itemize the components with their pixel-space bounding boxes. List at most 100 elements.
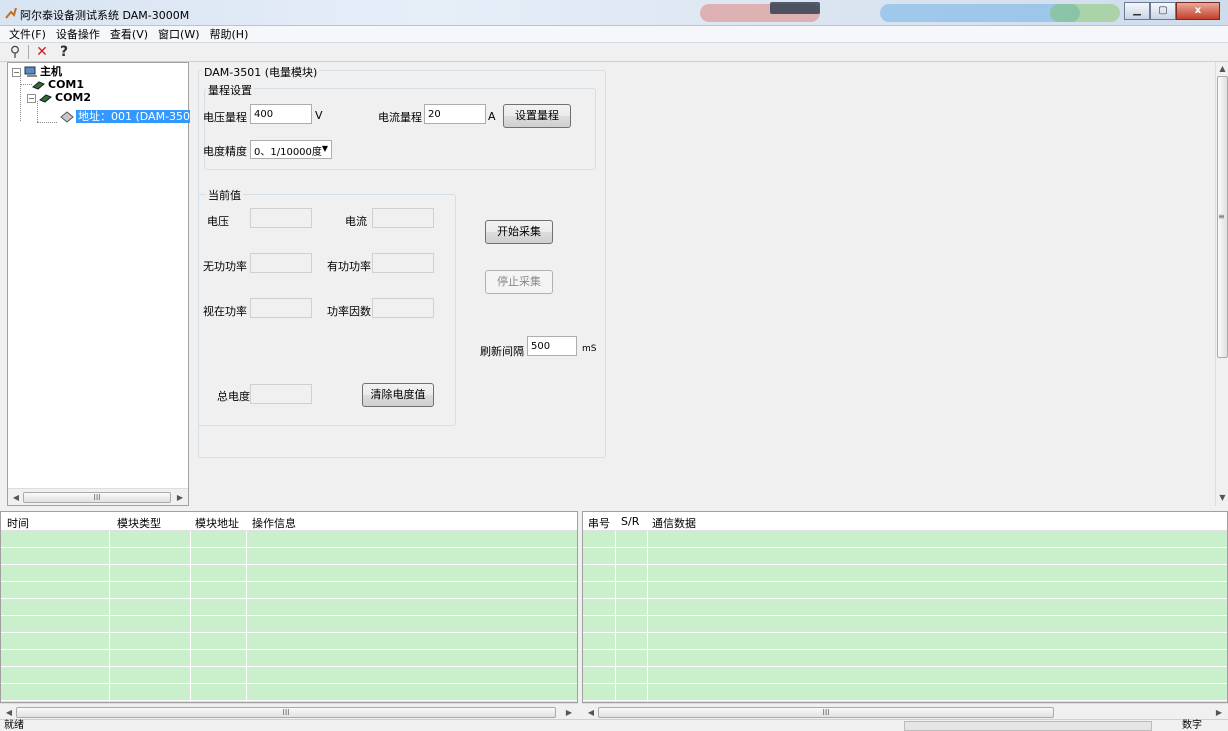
column-header-module-type[interactable]: 模块类型 bbox=[117, 515, 161, 531]
search-icon: ⚲ bbox=[9, 44, 21, 60]
voltage-range-input[interactable] bbox=[250, 104, 312, 124]
tree-label-com2: COM2 bbox=[55, 91, 92, 104]
column-header-sr[interactable]: S/R bbox=[621, 515, 639, 528]
scroll-right-icon[interactable]: ▶ bbox=[1212, 706, 1226, 719]
app-icon bbox=[5, 7, 17, 19]
computer-icon bbox=[24, 66, 37, 77]
column-header-serial[interactable]: 串号 bbox=[588, 515, 610, 531]
active-power-field bbox=[372, 253, 434, 273]
device-tree: − 主机 COM1 − COM2 地址：001 (DAM-3501) ◀ III ▶ bbox=[7, 62, 204, 506]
energy-precision-value: 0、1/10000度 bbox=[254, 147, 322, 158]
scroll-left-icon[interactable]: ◀ bbox=[2, 706, 16, 719]
status-text: 就绪 bbox=[4, 720, 24, 731]
operation-log-panel: 时间 模块类型 模块地址 操作信息 bbox=[0, 511, 578, 703]
clear-energy-button[interactable]: 清除电度值 bbox=[362, 383, 434, 407]
set-range-button[interactable]: 设置量程 bbox=[503, 104, 571, 128]
tree-line bbox=[20, 84, 32, 85]
column-divider bbox=[190, 531, 191, 702]
refresh-interval-input[interactable] bbox=[527, 336, 577, 356]
current-range-input[interactable] bbox=[424, 104, 486, 124]
scroll-left-icon[interactable]: ◀ bbox=[584, 706, 598, 719]
scroll-up-icon[interactable]: ▲ bbox=[1216, 63, 1228, 75]
scroll-right-icon[interactable]: ▶ bbox=[173, 491, 187, 504]
start-acquisition-button[interactable]: 开始采集 bbox=[485, 220, 553, 244]
power-factor-label: 功率因数 bbox=[327, 305, 371, 318]
reactive-power-label: 无功功率 bbox=[203, 260, 247, 273]
scroll-left-icon[interactable]: ◀ bbox=[9, 491, 23, 504]
voltage-range-label: 电压量程 bbox=[203, 111, 247, 124]
scroll-right-icon[interactable]: ▶ bbox=[562, 706, 576, 719]
active-power-label: 有功功率 bbox=[327, 260, 371, 273]
apparent-power-label: 视在功率 bbox=[203, 305, 247, 318]
energy-precision-select[interactable]: 0、1/10000度 ▼ bbox=[250, 140, 332, 159]
search-button[interactable]: ⚲ bbox=[4, 44, 26, 61]
minimize-button[interactable]: ▁ bbox=[1124, 2, 1150, 20]
menu-view[interactable]: 查看(V) bbox=[105, 26, 153, 42]
tree-label-com1: COM1 bbox=[48, 78, 85, 91]
current-value-field bbox=[372, 208, 434, 228]
communication-log-scrollbar[interactable]: ◀ III ▶ bbox=[582, 703, 1228, 720]
scroll-thumb[interactable]: III bbox=[23, 492, 171, 503]
total-energy-label: 总电度 bbox=[217, 390, 250, 403]
column-divider bbox=[647, 531, 648, 702]
tree-horizontal-scrollbar[interactable]: ◀ III ▶ bbox=[8, 488, 188, 505]
status-progress bbox=[904, 721, 1152, 731]
tree-node-com2[interactable]: − COM2 bbox=[12, 91, 91, 105]
tree-node-device[interactable]: 地址：001 (DAM-3501) bbox=[60, 110, 204, 124]
close-button[interactable]: x bbox=[1176, 2, 1220, 20]
apparent-power-field bbox=[250, 298, 312, 318]
current-label: 电流 bbox=[345, 215, 367, 228]
column-header-comm-data[interactable]: 通信数据 bbox=[652, 515, 696, 531]
menu-window[interactable]: 窗口(W) bbox=[153, 26, 204, 42]
tree-node-com1[interactable]: COM1 bbox=[32, 78, 84, 92]
menu-bar: 文件(F) 设备操作 查看(V) 窗口(W) 帮助(H) bbox=[0, 26, 1228, 43]
toolbar: ⚲ ✕ ? bbox=[0, 43, 1228, 62]
current-values-label: 当前值 bbox=[206, 187, 243, 203]
communication-log-rows[interactable] bbox=[583, 531, 1227, 702]
window-title: 阿尔泰设备测试系统 DAM-3000M bbox=[20, 9, 190, 22]
reactive-power-field bbox=[250, 253, 312, 273]
voltage-value-field bbox=[250, 208, 312, 228]
collapse-toggle[interactable]: − bbox=[27, 93, 36, 103]
voltage-label: 电压 bbox=[207, 215, 229, 228]
stop-acquisition-button[interactable]: 停止采集 bbox=[485, 270, 553, 294]
module-group-label: DAM-3501 (电量模块) bbox=[202, 64, 320, 80]
module-form-area: DAM-3501 (电量模块) 量程设置 电压量程 V 电流量程 A 设置量程 … bbox=[190, 62, 1215, 506]
current-unit: A bbox=[488, 110, 496, 123]
menu-file[interactable]: 文件(F) bbox=[4, 26, 51, 42]
help-question-icon: ? bbox=[59, 44, 69, 60]
column-header-time[interactable]: 时间 bbox=[7, 515, 29, 531]
serial-port-icon bbox=[32, 81, 45, 90]
collapse-toggle[interactable]: − bbox=[12, 67, 21, 77]
window-controls: ▁ ▢ x bbox=[1124, 2, 1220, 20]
maximize-button[interactable]: ▢ bbox=[1150, 2, 1176, 20]
energy-precision-label: 电度精度 bbox=[203, 145, 247, 158]
power-factor-field bbox=[372, 298, 434, 318]
scroll-thumb[interactable]: III bbox=[598, 707, 1054, 718]
menu-help[interactable]: 帮助(H) bbox=[205, 26, 254, 42]
dropdown-arrow-icon: ▼ bbox=[321, 144, 328, 153]
help-button[interactable]: ? bbox=[53, 44, 75, 61]
title-decoration bbox=[1050, 4, 1120, 22]
operation-log-scrollbar[interactable]: ◀ III ▶ bbox=[0, 703, 578, 720]
title-decoration bbox=[770, 2, 820, 14]
menu-device-ops[interactable]: 设备操作 bbox=[51, 26, 105, 42]
status-bar: 就绪 数字 bbox=[0, 719, 1228, 731]
column-header-operation-info[interactable]: 操作信息 bbox=[252, 515, 296, 531]
operation-log-rows[interactable] bbox=[1, 531, 577, 702]
range-settings-label: 量程设置 bbox=[206, 82, 254, 98]
delete-button[interactable]: ✕ bbox=[31, 44, 53, 61]
delete-x-icon: ✕ bbox=[36, 44, 48, 60]
scroll-grip-icon: III bbox=[282, 708, 290, 717]
toolbar-separator bbox=[28, 45, 29, 59]
column-header-module-address[interactable]: 模块地址 bbox=[195, 515, 239, 531]
tree-node-host[interactable]: − 主机 bbox=[12, 65, 62, 79]
scroll-grip-icon: III bbox=[93, 493, 101, 502]
column-divider bbox=[615, 531, 616, 702]
voltage-unit: V bbox=[315, 109, 323, 122]
scroll-thumb[interactable]: III bbox=[16, 707, 556, 718]
main-vertical-scrollbar[interactable]: ▲ ≡ ▼ bbox=[1215, 62, 1228, 506]
scroll-down-icon[interactable]: ▼ bbox=[1216, 492, 1228, 504]
column-divider bbox=[246, 531, 247, 702]
scroll-grip-icon: ≡ bbox=[1218, 212, 1225, 221]
